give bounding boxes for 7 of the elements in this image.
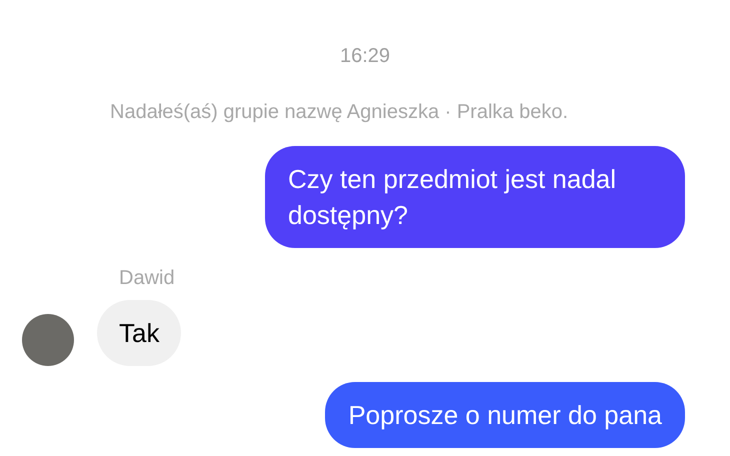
message-bubble: Tak (97, 300, 182, 366)
sender-name: Dawid (119, 266, 176, 291)
avatar-placeholder (22, 314, 74, 366)
message-bubble: Poprosze o numer do pana (325, 382, 685, 448)
timestamp: 16:29 (340, 44, 390, 69)
system-notice: Nadałeś(aś) grupie nazwę Agnieszka · Pralka beko. (110, 100, 570, 125)
message-bubble: Czy ten przedmiot jest nadal dostępny? (265, 146, 685, 248)
